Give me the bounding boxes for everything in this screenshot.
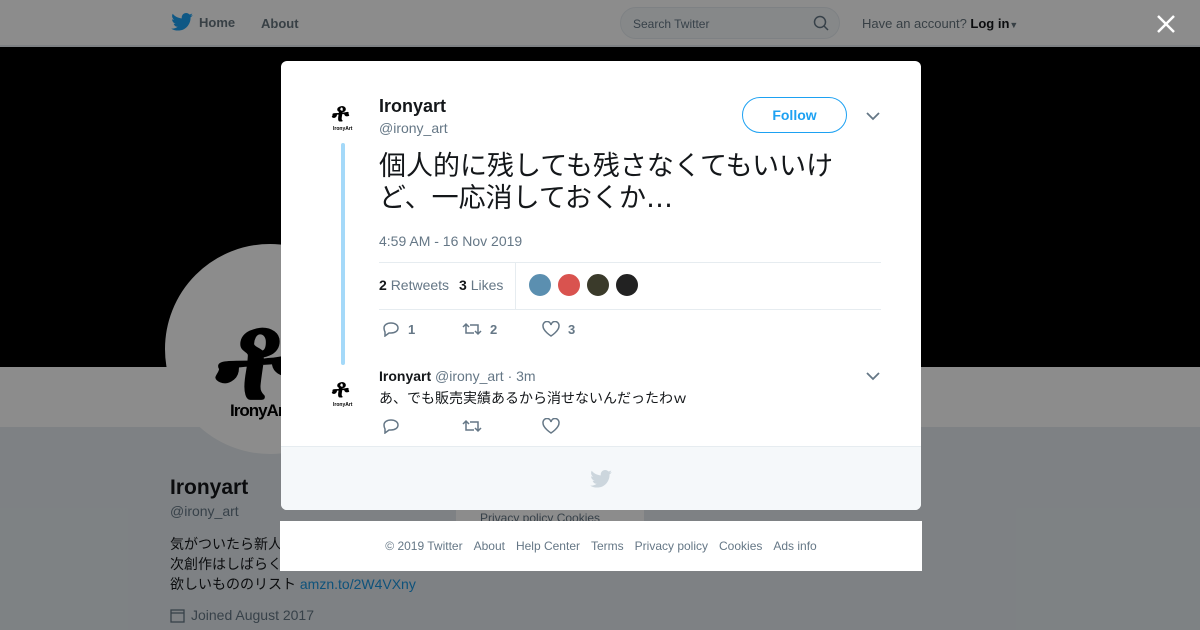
reply-count: 1 — [408, 321, 416, 337]
liker-avatar[interactable] — [586, 273, 610, 297]
reply-age[interactable]: · 3m — [508, 368, 536, 384]
liker-avatar[interactable] — [615, 273, 639, 297]
thread-line — [341, 143, 345, 365]
likes-count: 3 — [459, 277, 467, 293]
reply-button[interactable] — [382, 418, 462, 434]
divider — [379, 262, 881, 263]
footer-about-link[interactable]: About — [474, 539, 505, 553]
reply-actions — [382, 418, 622, 434]
liker-avatars — [528, 273, 639, 297]
like-count: 3 — [568, 321, 576, 337]
footer-copyright: © 2019 Twitter — [385, 539, 463, 553]
reply-author-name[interactable]: Ironyart — [379, 368, 431, 384]
footer-cookies-link[interactable]: Cookies — [719, 539, 762, 553]
stats-separator — [515, 263, 516, 309]
retweet-icon — [462, 322, 482, 336]
retweet-button[interactable]: 2 — [462, 321, 542, 337]
reply-button[interactable]: 1 — [382, 321, 462, 337]
tweet-actions: 1 2 3 — [382, 321, 622, 337]
retweet-button[interactable] — [462, 418, 542, 434]
liker-avatar[interactable] — [528, 273, 552, 297]
heart-icon — [542, 418, 560, 434]
like-button[interactable] — [542, 418, 622, 434]
chevron-down-icon[interactable] — [866, 371, 880, 381]
follow-button[interactable]: Follow — [742, 97, 847, 133]
like-button[interactable]: 3 — [542, 321, 622, 337]
likes-stat[interactable]: 3 Likes — [459, 277, 503, 293]
likes-label: Likes — [470, 277, 504, 293]
reply-header: Ironyart @irony_art · 3m — [379, 368, 536, 384]
retweet-count: 2 — [490, 321, 498, 337]
retweets-stat[interactable]: 2 Retweets — [379, 277, 449, 293]
heart-icon — [542, 321, 560, 337]
close-icon[interactable] — [1155, 13, 1177, 35]
avatar-brand-text: IronyArt — [333, 126, 353, 132]
footer-terms-link[interactable]: Terms — [591, 539, 624, 553]
reply-text: あ、でも販売実績あるから消せないんだったわｗ — [379, 391, 687, 407]
chevron-down-icon[interactable] — [866, 111, 880, 121]
modal-footer — [281, 446, 921, 510]
footer-ads-link[interactable]: Ads info — [773, 539, 816, 553]
reply-icon — [383, 419, 399, 434]
divider — [379, 309, 881, 310]
tweet-modal: ቶ IronyArt Ironyart @irony_art Follow 個人… — [281, 61, 921, 510]
twitter-bird-icon — [590, 469, 612, 488]
avatar-logo-icon: ቶ — [332, 98, 350, 128]
liker-avatar[interactable] — [557, 273, 581, 297]
footer-privacy-link[interactable]: Privacy policy — [635, 539, 708, 553]
tweet-text: 個人的に残しても残さなくてもいいけど、一応消しておくか… — [379, 151, 834, 214]
footer-help-link[interactable]: Help Center — [516, 539, 580, 553]
retweets-count: 2 — [379, 277, 387, 293]
reply-avatar[interactable]: ቶ IronyArt — [325, 374, 363, 412]
retweet-icon — [462, 419, 482, 433]
tweet-author-handle[interactable]: @irony_art — [379, 120, 448, 136]
tweet-timestamp[interactable]: 4:59 AM - 16 Nov 2019 — [379, 233, 522, 249]
avatar-logo-icon: ቶ — [332, 374, 350, 404]
retweets-label: Retweets — [390, 277, 450, 293]
tweet-author-name[interactable]: Ironyart — [379, 96, 446, 117]
site-footer: © 2019 Twitter About Help Center Terms P… — [280, 521, 922, 571]
tweet-avatar[interactable]: ቶ IronyArt — [325, 98, 363, 136]
avatar-brand-text: IronyArt — [333, 402, 353, 408]
tweet-stats: 2 Retweets 3 Likes — [379, 277, 503, 293]
reply-icon — [383, 322, 399, 337]
reply-author-handle[interactable]: @irony_art — [435, 368, 504, 384]
